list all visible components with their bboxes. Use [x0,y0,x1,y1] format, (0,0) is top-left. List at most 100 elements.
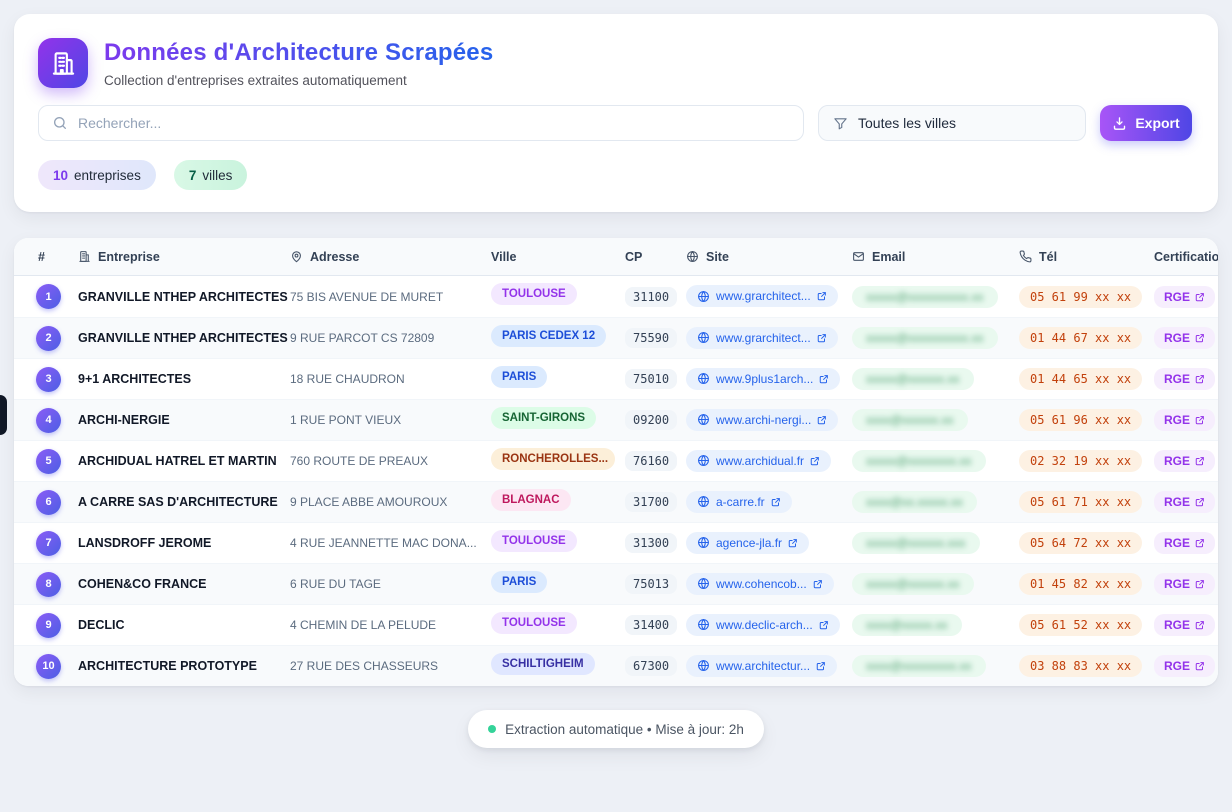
building-icon [50,50,77,77]
header-card: Données d'Architecture Scrapées Collecti… [14,14,1218,212]
certification-link[interactable]: RGE [1154,532,1215,554]
external-link-icon [1195,579,1205,589]
site-link[interactable]: www.archidual.fr [686,450,831,472]
filter-icon [833,116,848,131]
email-blurred: xxxxx@xxxxxx.xx [866,577,960,591]
table-row: 2 GRANVILLE NTHEP ARCHITECTES 9 RUE PARC… [14,317,1218,358]
col-header-tel: Tél [1019,250,1154,264]
status-text: Extraction automatique • Mise à jour: 2h [505,722,744,737]
table-row: 6 A CARRE SAS D'ARCHITECTURE 9 PLACE ABB… [14,481,1218,522]
city-badge: TOULOUSE [491,530,577,552]
external-link-icon [1195,333,1205,343]
certification-text: RGE [1164,413,1190,427]
email-badge: xxxxx@xxxxxxxxxx.xx [852,327,998,349]
external-link-icon [1195,497,1205,507]
company-name: GRANVILLE NTHEP ARCHITECTES [78,331,290,345]
email-badge: xxxx@xxxxx.xx [852,614,962,636]
certification-link[interactable]: RGE [1154,450,1215,472]
header-top: Données d'Architecture Scrapées Collecti… [14,14,1218,88]
phone: 05 64 72 xx xx [1019,532,1142,554]
phone: 03 88 83 xx xx [1019,655,1142,677]
col-header-ville: Ville [491,250,625,264]
certification-link[interactable]: RGE [1154,614,1215,636]
external-link-icon [817,415,827,425]
site-link-text: www.archi-nergi... [716,413,811,427]
certification-link[interactable]: RGE [1154,327,1215,349]
external-link-icon [1195,538,1205,548]
globe-icon [697,577,710,590]
row-number-badge: 1 [36,284,61,309]
certification-link[interactable]: RGE [1154,655,1215,677]
table-row: 3 9+1 ARCHITECTES 18 RUE CHAUDRON PARIS … [14,358,1218,399]
email-blurred: xxxxx@xxxxxx.xx [866,372,960,386]
globe-icon [697,372,710,385]
address: 4 RUE JEANNETTE MAC DONA... [290,536,491,550]
site-link[interactable]: www.archi-nergi... [686,409,838,431]
site-link-text: www.declic-arch... [716,618,813,632]
mail-icon [852,250,865,263]
external-link-icon [788,538,798,548]
certification-link[interactable]: RGE [1154,491,1215,513]
row-number-badge: 2 [36,326,61,351]
external-link-icon [813,579,823,589]
cp-badge: 09200 [625,410,677,430]
cp-badge: 31300 [625,533,677,553]
address: 18 RUE CHAUDRON [290,372,491,386]
col-header-email: Email [852,250,1019,264]
certification-link[interactable]: RGE [1154,409,1215,431]
globe-icon [697,290,710,303]
table-row: 1 GRANVILLE NTHEP ARCHITECTES 75 BIS AVE… [14,276,1218,317]
title-block: Données d'Architecture Scrapées Collecti… [104,38,493,88]
site-link[interactable]: www.9plus1arch... [686,368,840,390]
external-link-icon [771,497,781,507]
site-link[interactable]: www.grarchitect... [686,285,838,307]
address: 6 RUE DU TAGE [290,577,491,591]
company-name: A CARRE SAS D'ARCHITECTURE [78,495,290,509]
email-blurred: xxxxx@xxxxxxxxxx.xx [866,290,984,304]
row-number-badge: 4 [36,408,61,433]
site-link[interactable]: www.cohencob... [686,573,834,595]
certification-text: RGE [1164,495,1190,509]
company-name: GRANVILLE NTHEP ARCHITECTES [78,290,290,304]
search-box[interactable] [38,105,804,141]
phone: 05 61 71 xx xx [1019,491,1142,513]
row-number-badge: 6 [36,490,61,515]
globe-icon [697,536,710,549]
site-link[interactable]: agence-jla.fr [686,532,809,554]
site-link-text: www.9plus1arch... [716,372,813,386]
row-number-badge: 3 [36,367,61,392]
col-header-adresse: Adresse [290,250,491,264]
table-row: 4 ARCHI-NERGIE 1 RUE PONT VIEUX SAINT-GI… [14,399,1218,440]
site-link[interactable]: www.grarchitect... [686,327,838,349]
col-header-num: # [14,250,78,264]
email-badge: xxxxx@xxxxxxxx.xx [852,450,986,472]
site-link[interactable]: a-carre.fr [686,491,792,513]
footer: Extraction automatique • Mise à jour: 2h [0,710,1232,748]
email-badge: xxxx@xx.xxxxx.xx [852,491,977,513]
row-number-badge: 10 [36,654,61,679]
certification-link[interactable]: RGE [1154,286,1215,308]
table-row: 10 ARCHITECTURE PROTOTYPE 27 RUE DES CHA… [14,645,1218,686]
cp-badge: 31700 [625,492,677,512]
site-link[interactable]: www.architectur... [686,655,837,677]
site-link[interactable]: www.declic-arch... [686,614,840,636]
certification-link[interactable]: RGE [1154,368,1215,390]
cp-badge: 67300 [625,656,677,676]
phone: 05 61 96 xx xx [1019,409,1142,431]
search-input[interactable] [78,115,790,131]
email-blurred: xxxxx@xxxxxxxxxx.xx [866,331,984,345]
city-filter-select[interactable]: Toutes les villes [818,105,1086,141]
phone: 01 44 67 xx xx [1019,327,1142,349]
certification-link[interactable]: RGE [1154,573,1215,595]
phone: 02 32 19 xx xx [1019,450,1142,472]
edge-drag-tab[interactable] [0,395,7,435]
globe-icon [697,331,710,344]
email-blurred: xxxx@xxxxxxxxx.xx [866,659,972,673]
address: 27 RUE DES CHASSEURS [290,659,491,673]
email-badge: xxxx@xxxxxxxxx.xx [852,655,986,677]
export-button[interactable]: Export [1100,105,1192,141]
external-link-icon [810,456,820,466]
page-title: Données d'Architecture Scrapées [104,39,493,67]
company-name: ARCHITECTURE PROTOTYPE [78,659,290,673]
table-row: 8 COHEN&CO FRANCE 6 RUE DU TAGE PARIS 75… [14,563,1218,604]
